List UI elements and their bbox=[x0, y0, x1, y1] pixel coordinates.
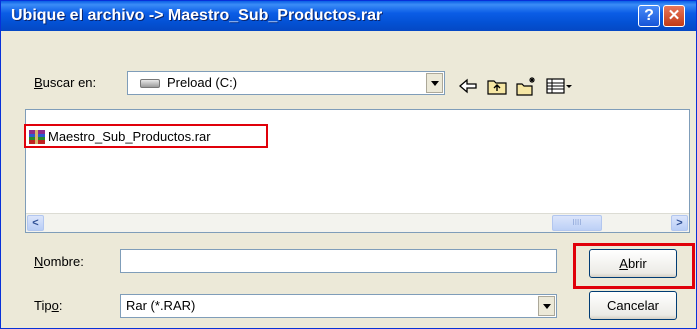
filetype-label-pre: Tip bbox=[34, 298, 52, 313]
filetype-value: Rar (*.RAR) bbox=[126, 298, 196, 313]
horizontal-scrollbar[interactable]: < IIII > bbox=[26, 213, 689, 232]
close-button[interactable]: ✕ bbox=[663, 5, 685, 27]
help-button[interactable]: ? bbox=[638, 5, 660, 27]
filetype-dropdown-arrow[interactable] bbox=[538, 296, 555, 316]
new-folder-icon[interactable] bbox=[515, 75, 537, 97]
filename-label-accel: N bbox=[34, 254, 44, 269]
filename-label-rest: ombre: bbox=[43, 254, 84, 269]
cancel-button[interactable]: Cancelar bbox=[589, 291, 677, 320]
back-arrow-icon[interactable] bbox=[457, 75, 479, 97]
filetype-dropdown[interactable]: Rar (*.RAR) bbox=[120, 294, 557, 318]
up-folder-icon[interactable] bbox=[486, 75, 508, 97]
lookin-dropdown-arrow[interactable] bbox=[426, 73, 443, 93]
lookin-label-rest: uscar en: bbox=[42, 75, 97, 90]
filetype-label-accel: o bbox=[51, 298, 59, 313]
lookin-dropdown[interactable]: Preload (C:) bbox=[127, 71, 445, 95]
hard-drive-icon bbox=[140, 79, 160, 88]
file-open-dialog: Ubique el archivo -> Maestro_Sub_Product… bbox=[0, 0, 697, 329]
view-menu-icon[interactable] bbox=[545, 75, 573, 97]
scroll-right-button[interactable]: > bbox=[671, 215, 688, 231]
file-list[interactable]: Maestro_Sub_Productos.rar < IIII > bbox=[24, 109, 690, 233]
open-button-highlight bbox=[573, 243, 695, 289]
window-title: Ubique el archivo -> Maestro_Sub_Product… bbox=[11, 7, 383, 24]
lookin-label-accel: B bbox=[34, 75, 43, 90]
rar-archive-icon bbox=[29, 130, 45, 144]
filetype-label-post: : bbox=[58, 298, 63, 313]
filetype-label: Tipo: bbox=[34, 298, 62, 313]
file-item[interactable]: Maestro_Sub_Productos.rar bbox=[24, 124, 268, 148]
scroll-thumb[interactable]: IIII bbox=[552, 215, 602, 231]
filename-label: Nombre: bbox=[34, 254, 84, 269]
lookin-label: Buscar en: bbox=[34, 75, 96, 90]
lookin-value: Preload (C:) bbox=[167, 75, 238, 90]
filename-input[interactable] bbox=[120, 249, 557, 273]
file-name: Maestro_Sub_Productos.rar bbox=[48, 129, 211, 144]
scroll-left-button[interactable]: < bbox=[27, 215, 44, 231]
title-bar[interactable]: Ubique el archivo -> Maestro_Sub_Product… bbox=[1, 1, 696, 31]
